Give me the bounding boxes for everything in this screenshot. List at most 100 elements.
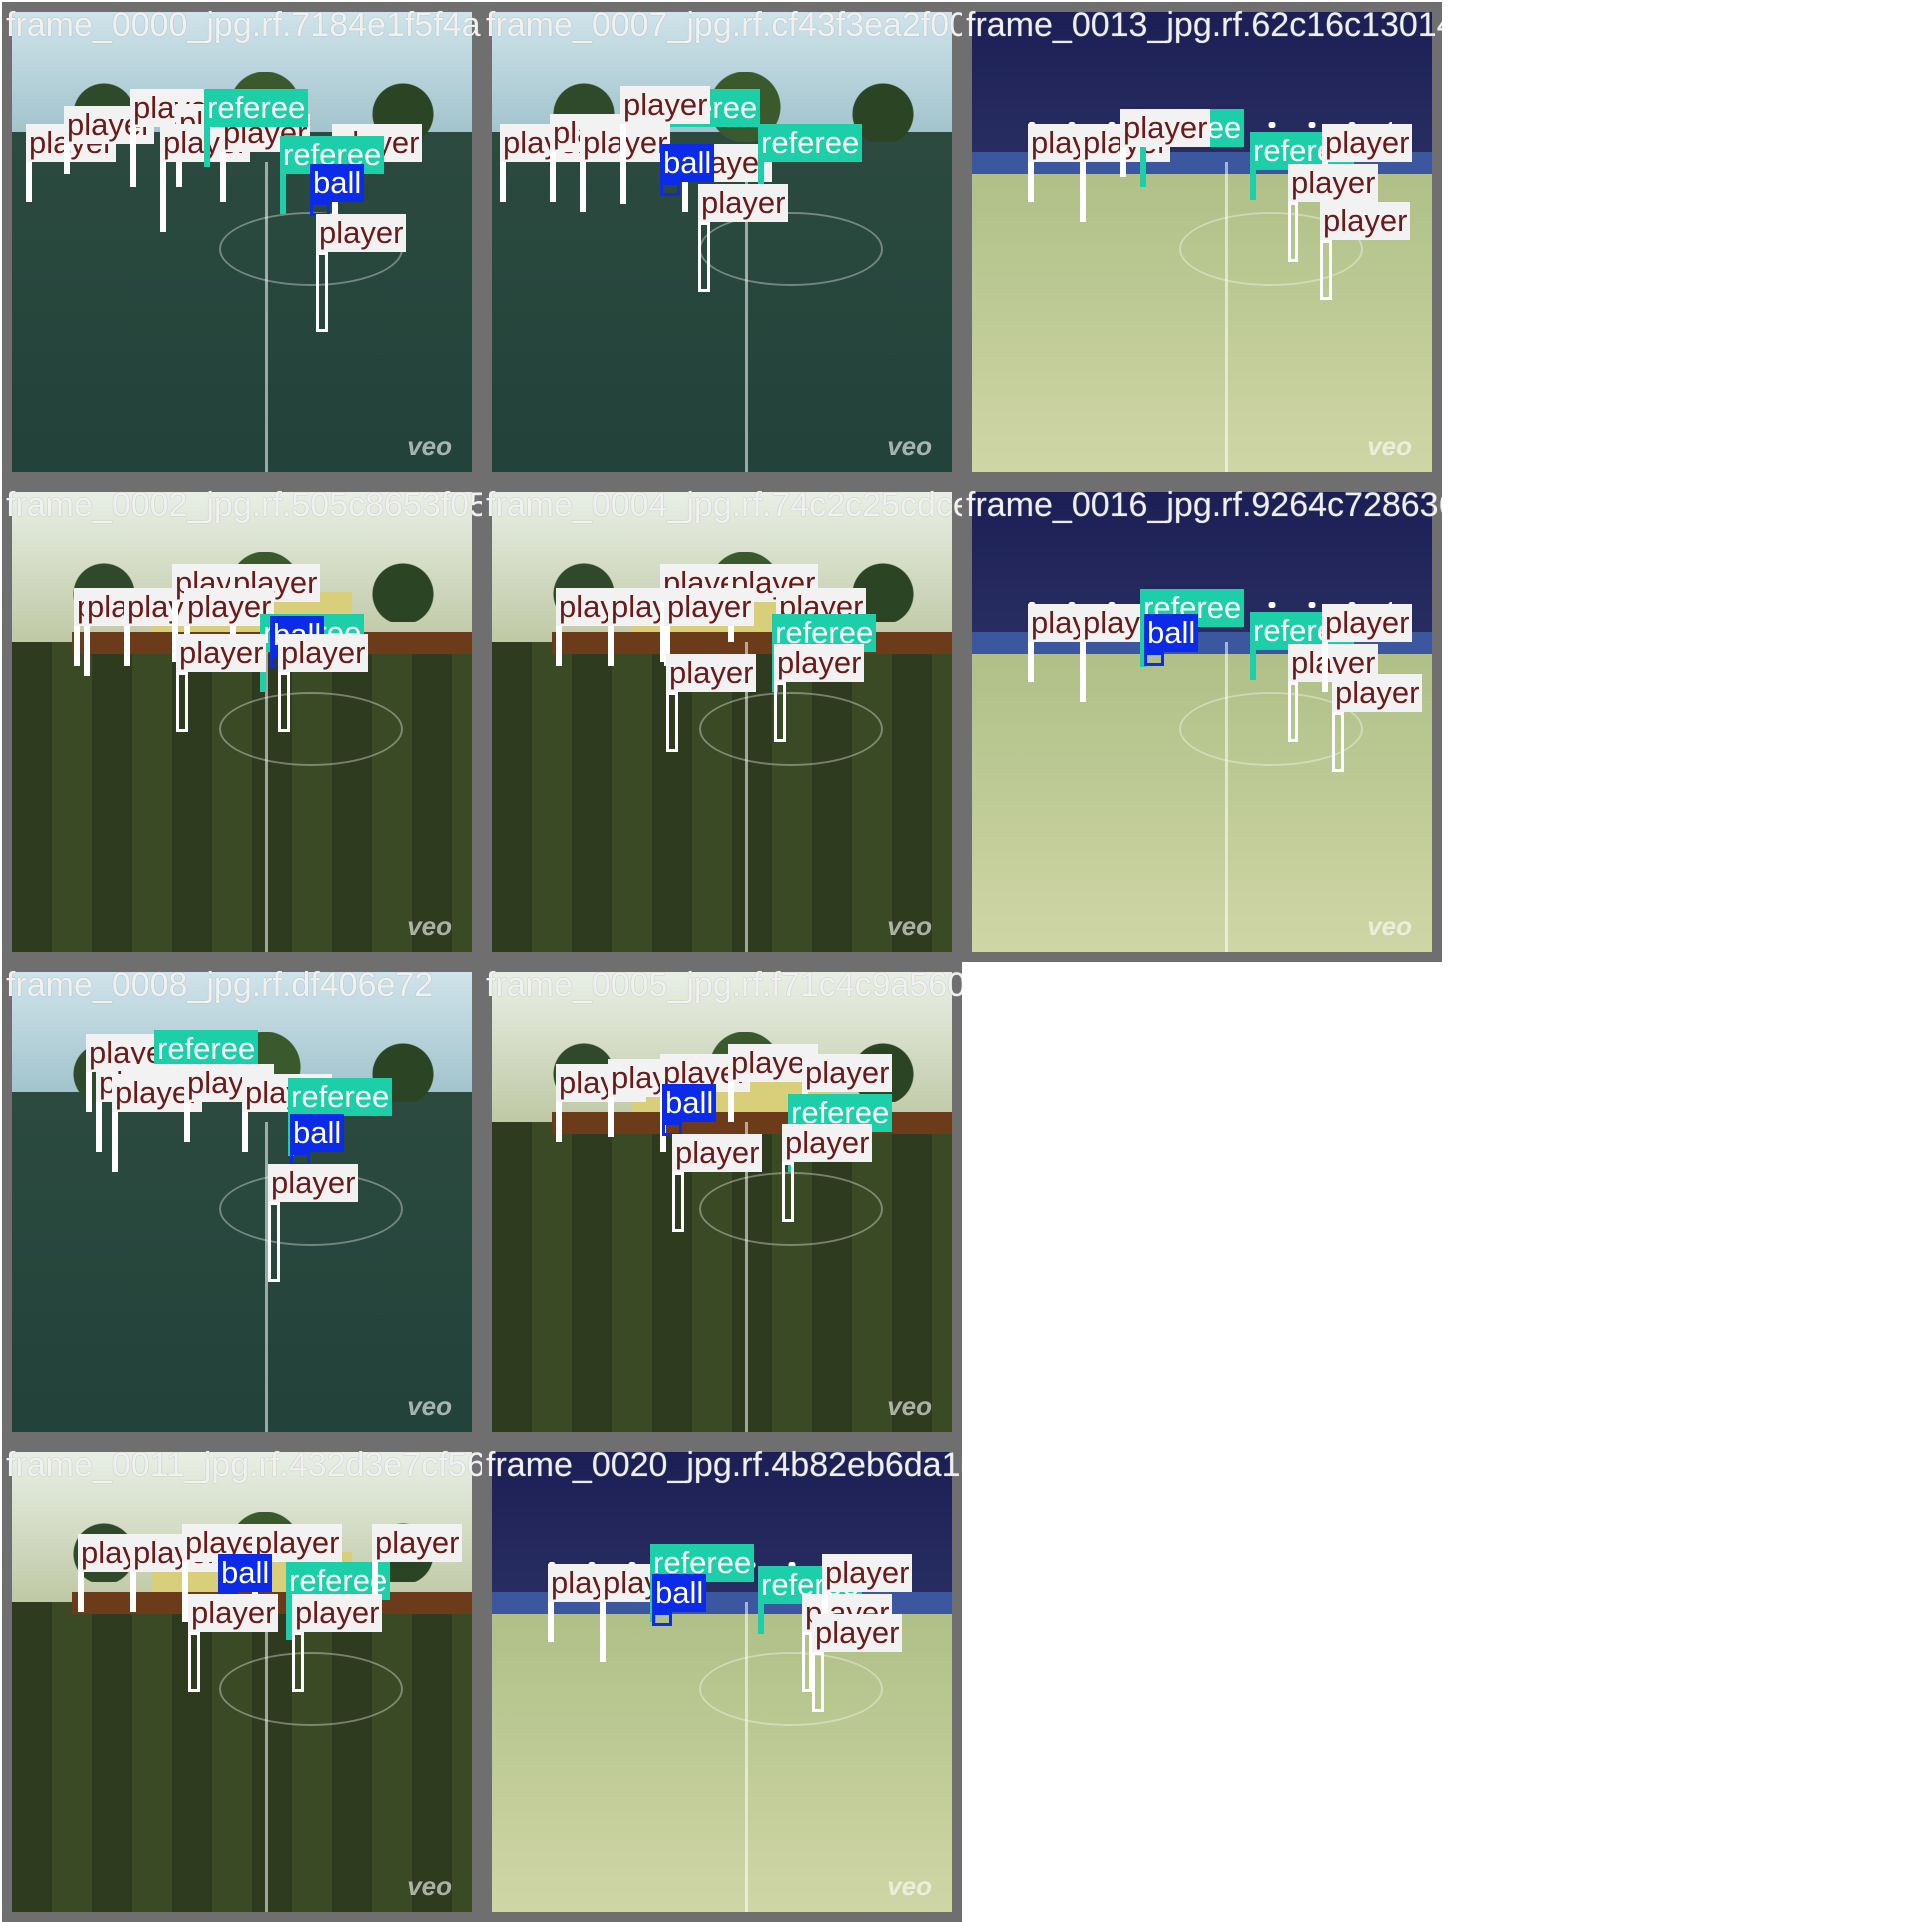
detection-label: player xyxy=(698,184,789,222)
bounding-box xyxy=(500,162,506,202)
bounding-box xyxy=(1080,642,1086,702)
result-tile: veo player player referee ball referee player p… xyxy=(962,482,1442,962)
bounding-box xyxy=(204,127,210,167)
frame-image: veoplayerplayerrefereeplayerplayerplayer… xyxy=(492,12,952,472)
bounding-box xyxy=(124,626,130,666)
bounding-box xyxy=(130,127,136,187)
bounding-box xyxy=(1332,712,1344,772)
detection-label: player xyxy=(372,1524,463,1562)
detection-label: referee xyxy=(288,1078,393,1116)
detection-label: player xyxy=(802,1054,893,1092)
bounding-box xyxy=(580,162,586,212)
bounding-box xyxy=(1120,147,1126,177)
bounding-box xyxy=(556,1102,562,1142)
pitch-center-line xyxy=(265,1602,268,1912)
bounding-box xyxy=(176,672,188,732)
pitch-area xyxy=(492,132,952,472)
result-tile: veoplayerplayerplayerplayerplayerplayerr… xyxy=(2,482,482,962)
bounding-box xyxy=(1288,682,1298,742)
veo-watermark: veo xyxy=(887,911,932,941)
bounding-box xyxy=(682,182,688,212)
pitch-center-line xyxy=(265,162,268,472)
bounding-box xyxy=(620,124,626,204)
result-tile: veo player player player player ball referee pl… xyxy=(2,1442,482,1922)
bounding-box xyxy=(782,1162,794,1222)
detection-label: player xyxy=(774,644,865,682)
frame-image: veoplayerplayerplayerplayerplayerplayerr… xyxy=(12,492,472,952)
veo-watermark: veo xyxy=(887,431,932,461)
bounding-box xyxy=(600,1602,606,1662)
pitch-area xyxy=(12,642,472,952)
pitch-center-line xyxy=(1225,162,1228,472)
bounding-box xyxy=(672,1172,684,1232)
veo-watermark: veo xyxy=(1367,431,1412,461)
bounding-box xyxy=(86,1072,92,1112)
bounding-box xyxy=(1028,162,1034,202)
bounding-box xyxy=(802,1632,812,1692)
bounding-box xyxy=(608,626,614,666)
detection-label: player xyxy=(812,1614,903,1652)
bounding-box xyxy=(812,1652,824,1712)
bounding-box xyxy=(556,626,562,666)
bounding-box xyxy=(548,1602,554,1642)
detection-label: player xyxy=(666,654,757,692)
bounding-box xyxy=(188,1632,200,1692)
bounding-box xyxy=(74,626,80,666)
frame-image: veoplayerplayerrefereeplayerrefereeplaye… xyxy=(972,12,1432,472)
bounding-box xyxy=(268,1202,280,1282)
bounding-box xyxy=(112,1112,118,1172)
center-circle xyxy=(219,1652,403,1726)
pitch-center-line xyxy=(745,1602,748,1912)
bounding-box xyxy=(550,152,556,202)
veo-watermark: veo xyxy=(1367,911,1412,941)
detection-label: ball xyxy=(218,1554,273,1592)
pitch-center-line xyxy=(1225,642,1228,952)
result-tile: veoplayerplayerplayerplayerplayerplayerp… xyxy=(2,2,482,482)
detection-label: player xyxy=(1288,164,1379,202)
detection-label: ball xyxy=(652,1574,707,1612)
bounding-box xyxy=(78,1572,84,1612)
detection-label: player xyxy=(316,214,407,252)
bounding-box xyxy=(280,174,286,214)
veo-watermark: veo xyxy=(407,431,452,461)
result-tile: veoplayerrefereeplayerplayerplayerplayer… xyxy=(2,962,482,1442)
bounding-box xyxy=(652,1612,672,1626)
bounding-box xyxy=(1322,642,1328,692)
bounding-box xyxy=(666,692,678,752)
center-circle xyxy=(699,212,883,286)
bounding-box xyxy=(1250,170,1256,200)
veo-watermark: veo xyxy=(887,1871,932,1901)
bounding-box xyxy=(698,222,710,292)
bounding-box xyxy=(1140,147,1146,187)
frame-image: veoplayerrefereeplayerplayerplayerplayer… xyxy=(12,972,472,1432)
bounding-box xyxy=(728,1082,734,1122)
center-circle xyxy=(699,1652,883,1726)
bounding-box xyxy=(316,252,328,332)
detection-label: ball xyxy=(290,1114,345,1152)
veo-watermark: veo xyxy=(407,1871,452,1901)
detection-label: ball xyxy=(310,164,365,202)
veo-watermark: veo xyxy=(887,1391,932,1421)
bounding-box xyxy=(1028,642,1034,682)
frame-image: veo player player referee ball referee player p… xyxy=(492,1452,952,1912)
detection-label: referee xyxy=(204,89,309,127)
bounding-box xyxy=(608,1097,614,1137)
frame-image: veoplayerplayerplayerplayerplayerplayerp… xyxy=(12,12,472,472)
pitch-area xyxy=(12,132,472,472)
detection-label: player xyxy=(292,1594,383,1632)
detection-label: ball xyxy=(1144,614,1199,652)
pitch-area xyxy=(12,1602,472,1912)
detection-label: player xyxy=(664,588,755,626)
detection-label: player xyxy=(672,1134,763,1172)
detection-label: player xyxy=(782,1124,873,1162)
veo-watermark: veo xyxy=(407,911,452,941)
detection-label: referee xyxy=(758,124,863,162)
bounding-box xyxy=(64,144,70,174)
detection-label: player xyxy=(1322,604,1413,642)
bounding-box xyxy=(292,1632,304,1692)
bounding-box xyxy=(774,682,786,742)
bounding-box xyxy=(1144,652,1164,666)
bounding-box xyxy=(1288,202,1298,262)
frame-image: veoplayerplayerplayerplayerplayerplayerr… xyxy=(492,492,952,952)
bounding-box xyxy=(96,1102,102,1152)
